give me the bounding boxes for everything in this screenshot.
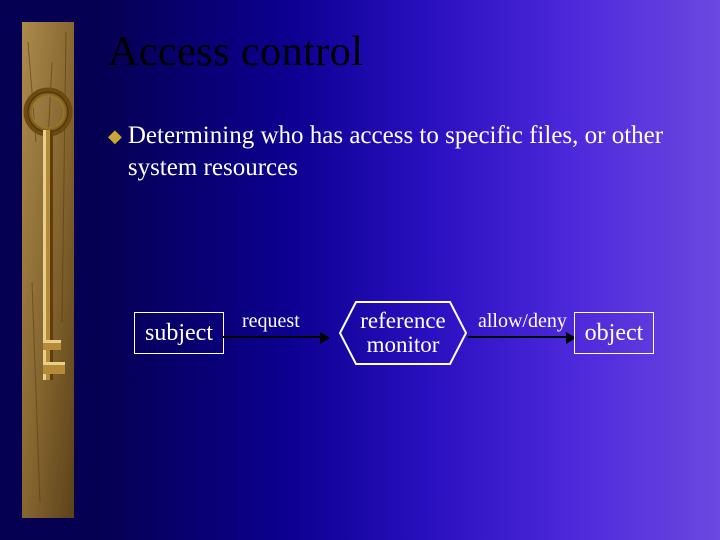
- arrow-decision: [468, 336, 574, 338]
- arrow-request: [223, 336, 328, 338]
- object-box: object: [574, 312, 654, 354]
- subject-label: subject: [145, 320, 213, 347]
- object-label: object: [585, 320, 644, 347]
- subject-box: subject: [134, 312, 224, 354]
- sidebar-key-image: [22, 22, 74, 518]
- reference-monitor-hexagon: reference monitor: [338, 300, 468, 366]
- access-control-diagram: subject request reference monitor allow/…: [120, 294, 660, 384]
- allow-deny-label: allow/deny: [478, 310, 567, 333]
- slide-title: Access control: [108, 28, 363, 76]
- hexagon-icon: [338, 300, 468, 366]
- slide: Access control ◆ Determining who has acc…: [0, 0, 720, 540]
- diamond-bullet-icon: ◆: [108, 120, 122, 152]
- bullet-item: ◆ Determining who has access to specific…: [108, 120, 680, 184]
- request-label: request: [242, 310, 300, 333]
- bullet-text: Determining who has access to specific f…: [128, 120, 680, 184]
